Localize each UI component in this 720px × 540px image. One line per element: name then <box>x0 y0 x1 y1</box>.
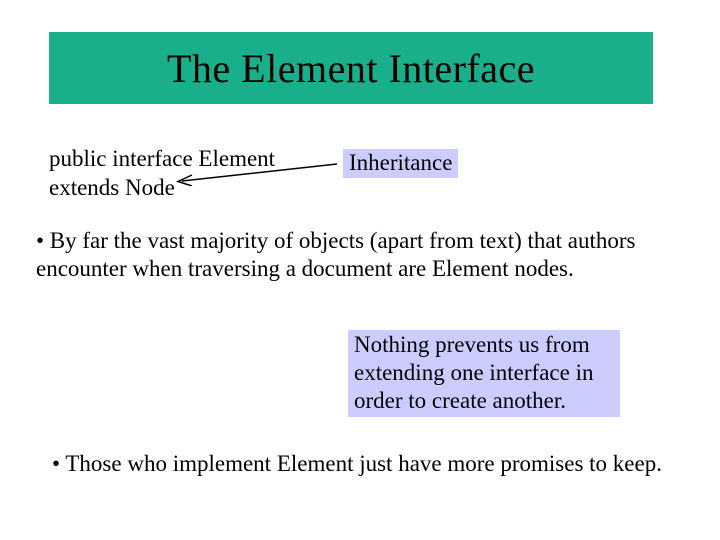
code-line-1: public interface Element <box>49 145 275 174</box>
slide-title: The Element Interface <box>167 45 535 92</box>
inheritance-label: Inheritance <box>343 149 458 178</box>
title-bar: The Element Interface <box>49 32 653 104</box>
bullet-point-2: • Those who implement Element just have … <box>52 450 692 478</box>
slide: The Element Interface public interface E… <box>0 0 720 540</box>
code-block: public interface Element extends Node <box>49 145 275 203</box>
code-line-2: extends Node <box>49 174 275 203</box>
note-box: Nothing prevents us from extending one i… <box>348 330 620 417</box>
bullet-point-1: • By far the vast majority of objects (a… <box>36 227 686 283</box>
